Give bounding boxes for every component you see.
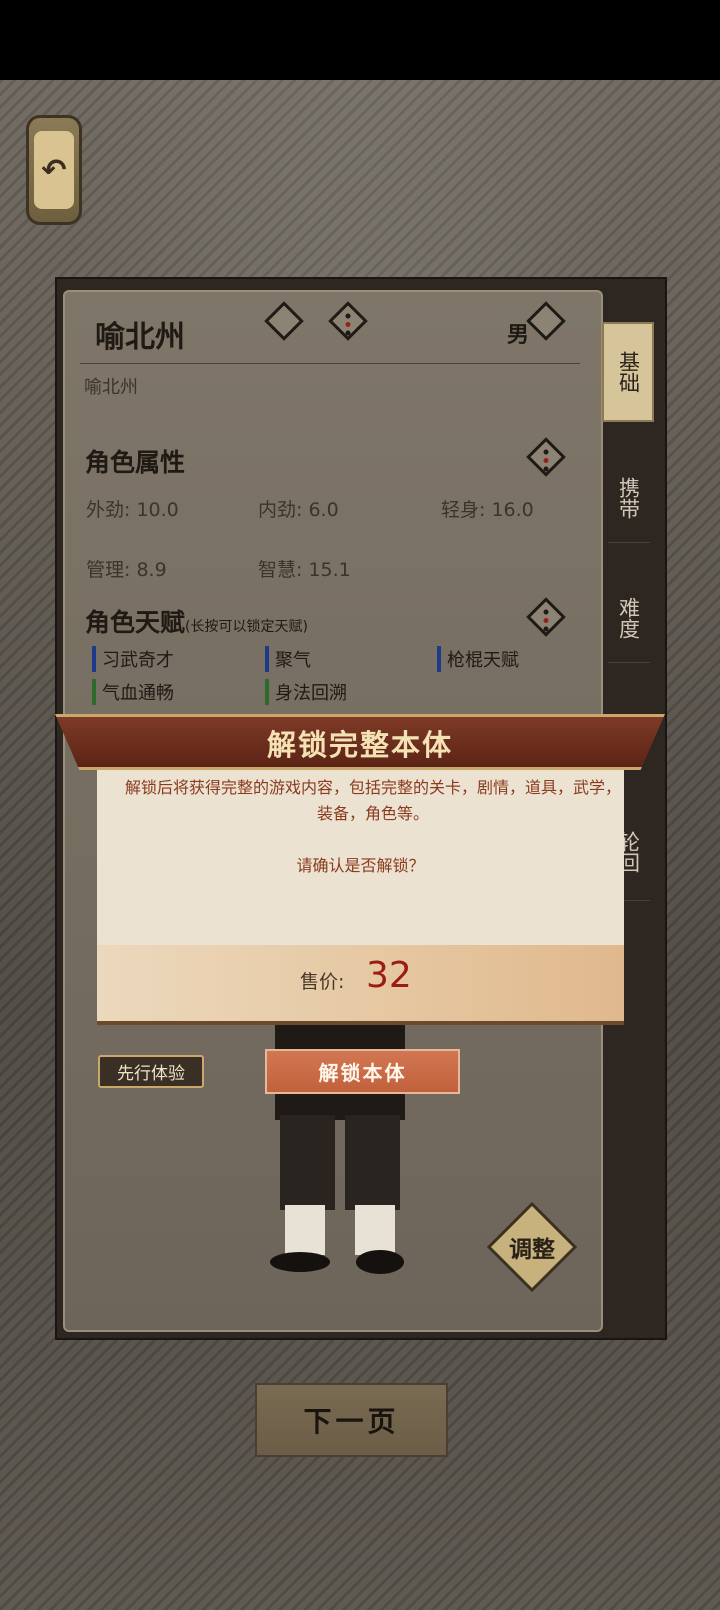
tab-carry[interactable]: 携带	[602, 448, 654, 548]
back-arrow-icon: ↶	[34, 131, 74, 209]
back-button[interactable]: ↶	[26, 115, 82, 225]
attr-agility: 轻身: 16.0	[441, 499, 534, 521]
talents-hint: (长按可以锁定天赋)	[185, 619, 308, 635]
unlock-button[interactable]: 解锁本体	[265, 1049, 460, 1094]
price-label: 售价:	[300, 971, 345, 993]
status-bar	[0, 0, 720, 80]
character-name: 喻北州	[95, 320, 185, 355]
modal-question: 请确认是否解锁？	[296, 856, 425, 875]
modal-description: 解锁后将获得完整的游戏内容，包括完整的关卡，剧情，道具，武学，装备，角色等。	[124, 778, 621, 823]
adjust-label: 调整	[509, 1237, 555, 1263]
tab-difficulty[interactable]: 难度	[602, 568, 654, 668]
character-subname: 喻北州	[84, 377, 138, 398]
talent-item[interactable]: 枪棍天赋	[437, 646, 519, 672]
tab-basic[interactable]: 基础	[602, 322, 654, 422]
divider	[80, 363, 580, 364]
talent-item[interactable]: 气血通畅	[92, 679, 174, 705]
price-value: 32	[366, 955, 412, 996]
talent-item[interactable]: 身法回溯	[265, 679, 347, 705]
talents-title: 角色天赋(长按可以锁定天赋)	[85, 608, 308, 637]
trial-button[interactable]: 先行体验	[98, 1055, 204, 1088]
attr-inner-power: 内劲: 6.0	[258, 499, 339, 521]
talent-item[interactable]: 习武奇才	[92, 646, 174, 672]
attributes-title: 角色属性	[85, 448, 186, 477]
character-figure	[270, 1000, 405, 1274]
attr-management: 管理: 8.9	[86, 559, 167, 581]
next-page-button[interactable]: 下一页	[255, 1383, 448, 1457]
price-strip	[97, 945, 624, 1025]
modal-title: 解锁完整本体	[266, 728, 453, 762]
gender-label: 男	[507, 323, 530, 348]
talent-item[interactable]: 聚气	[265, 646, 311, 672]
attr-strength: 外劲: 10.0	[86, 499, 179, 521]
attr-wisdom: 智慧: 15.1	[258, 559, 351, 581]
